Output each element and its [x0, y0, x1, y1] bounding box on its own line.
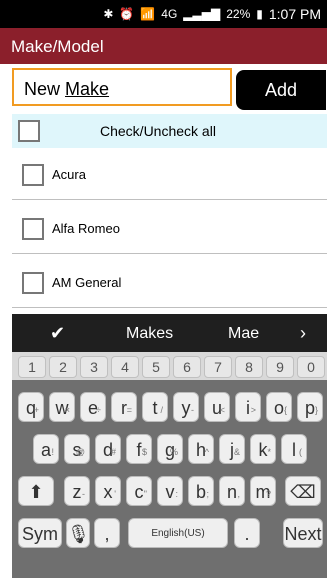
key-number[interactable]: 8 [235, 356, 263, 378]
list-item[interactable]: Alfa Romeo [12, 202, 327, 254]
list-item-checkbox[interactable] [22, 218, 44, 240]
new-make-input[interactable]: New Make [12, 68, 232, 106]
signal-icon: ▂▃▅▇ [183, 7, 221, 21]
key-number[interactable]: 7 [204, 356, 232, 378]
key-number[interactable]: 6 [173, 356, 201, 378]
letter-keys: + q × w ÷ e = r / t -y < u > i {o } p ! a @ s # d $… [12, 380, 327, 578]
key-letter[interactable]: :v [157, 476, 183, 506]
key-letter[interactable]: $ f [126, 434, 152, 464]
list-item-checkbox[interactable] [22, 164, 44, 186]
key-number[interactable]: 1 [18, 356, 46, 378]
backspace-icon: ⌫ [290, 482, 316, 502]
space-key[interactable]: English(US) [128, 518, 228, 548]
key-letter[interactable]: * k [250, 434, 276, 464]
backspace-key[interactable]: ⌫ [285, 476, 321, 506]
period-key[interactable]: . [234, 518, 260, 548]
number-row: 1 2 3 4 5 6 7 8 9 0 [12, 352, 327, 380]
list-item-label: Acura [52, 167, 86, 182]
bluetooth-icon: ✱ [103, 7, 114, 21]
battery-percent: 22% [226, 7, 251, 21]
key-letter[interactable]: ; b [188, 476, 214, 506]
key-letter[interactable]: ? m [250, 476, 276, 506]
key-letter[interactable]: × w [49, 392, 75, 422]
suggestion-word[interactable]: Makes [126, 325, 173, 343]
list-item-checkbox[interactable] [22, 272, 44, 294]
key-letter[interactable]: < u [204, 392, 230, 422]
clock: 1:07 PM [268, 6, 321, 22]
list-item-label: AM General [52, 275, 122, 290]
network-type: 4G [161, 7, 178, 21]
list-item-label: Alfa Romeo [52, 221, 120, 236]
key-letter[interactable]: # d [95, 434, 121, 464]
key-letter[interactable]: } p [297, 392, 323, 422]
key-number[interactable]: 9 [266, 356, 294, 378]
check-uncheck-all-row[interactable]: Check/Uncheck all [12, 114, 327, 148]
key-letter[interactable]: @ s [64, 434, 90, 464]
key-letter[interactable]: ,n [219, 476, 245, 506]
key-number[interactable]: 3 [80, 356, 108, 378]
key-letter[interactable]: ! a [33, 434, 59, 464]
next-key[interactable]: Next [283, 518, 323, 548]
check-uncheck-all-checkbox[interactable] [18, 120, 40, 142]
suggestion-bar: ✔ Makes Mae › [12, 314, 327, 352]
shift-icon: ⬆ [28, 482, 44, 502]
new-make-input-text: New [24, 79, 66, 99]
chevron-right-icon[interactable]: › [300, 323, 306, 344]
key-letter[interactable]: ^ h [188, 434, 214, 464]
key-letter[interactable]: -z [64, 476, 90, 506]
list-item[interactable]: Acura [12, 148, 327, 200]
key-number[interactable]: 5 [142, 356, 170, 378]
key-letter[interactable]: & j [219, 434, 245, 464]
soft-keyboard: ✔ Makes Mae › 1 2 3 4 5 6 7 8 9 0 + q × w … [12, 314, 327, 578]
key-letter[interactable]: " c [126, 476, 152, 506]
key-number[interactable]: 0 [297, 356, 325, 378]
app-bar: Make/Model [0, 28, 327, 64]
page-title: Make/Model [11, 37, 104, 56]
check-icon[interactable]: ✔ [50, 323, 65, 344]
shift-key[interactable]: ⬆ [18, 476, 54, 506]
new-make-input-underlined-text: Make [65, 79, 110, 99]
key-letter[interactable]: % g [157, 434, 183, 464]
key-letter[interactable]: > i [235, 392, 261, 422]
key-letter[interactable]: ÷ e [80, 392, 106, 422]
screen: ✱ ⏰ 📶 4G ▂▃▅▇ 22% ▮ 1:07 PM Make/Model N… [0, 0, 327, 578]
check-uncheck-all-label: Check/Uncheck all [100, 123, 216, 139]
list-item[interactable]: AM General [12, 256, 327, 308]
key-letter[interactable]: / t [142, 392, 168, 422]
microphone-key[interactable]: 🎙 [66, 518, 90, 548]
alarm-icon: ⏰ [119, 7, 135, 21]
key-letter[interactable]: (l [281, 434, 307, 464]
add-button[interactable]: Add [236, 70, 326, 110]
comma-key[interactable]: , [94, 518, 120, 548]
key-number[interactable]: 2 [49, 356, 77, 378]
suggestion-word[interactable]: Mae [228, 325, 259, 343]
key-letter[interactable]: -y [173, 392, 199, 422]
key-letter[interactable]: = r [111, 392, 137, 422]
key-letter[interactable]: + q [18, 392, 44, 422]
key-letter[interactable]: {o [266, 392, 292, 422]
microphone-icon: 🎙 [67, 524, 90, 544]
status-bar: ✱ ⏰ 📶 4G ▂▃▅▇ 22% ▮ 1:07 PM [0, 0, 327, 28]
battery-icon: ▮ [256, 7, 263, 21]
wifi-icon: 📶 [140, 7, 156, 21]
key-letter[interactable]: ' x [95, 476, 121, 506]
sym-key[interactable]: Sym [18, 518, 62, 548]
key-number[interactable]: 4 [111, 356, 139, 378]
